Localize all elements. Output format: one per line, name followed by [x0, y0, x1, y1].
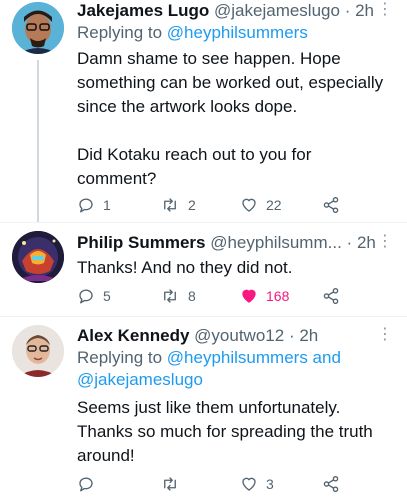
timestamp[interactable]: 2h	[355, 1, 374, 20]
tweet-jakejames-lugo[interactable]: Jakejames Lugo @jakejameslugo · 2h ⋮ Rep…	[0, 0, 407, 222]
user-handle[interactable]: @heyphilsumm...	[210, 233, 342, 252]
reply-mention-link[interactable]: @heyphilsummers	[167, 23, 308, 42]
retweet-button[interactable]	[160, 472, 188, 496]
more-icon[interactable]: ⋮	[377, 232, 393, 254]
like-icon	[242, 477, 256, 491]
more-icon[interactable]: ⋮	[377, 0, 393, 22]
tweet-actions: 3	[77, 472, 377, 496]
reply-count: 5	[103, 288, 111, 304]
timestamp[interactable]: 2h	[299, 326, 318, 345]
user-handle[interactable]: @youtwo12	[194, 326, 284, 345]
like-count: 3	[266, 476, 274, 492]
retweet-count: 8	[188, 288, 196, 304]
tweet-actions: 5 8 168	[77, 284, 377, 308]
avatar-philip-summers[interactable]	[12, 231, 64, 283]
like-icon	[242, 198, 256, 212]
like-button[interactable]: 168	[240, 284, 289, 308]
tweet-header: Philip Summers @heyphilsumm... · 2h	[77, 232, 393, 254]
reply-mention-link[interactable]: @heyphilsummers and	[167, 348, 341, 367]
tweet-header: Jakejames Lugo @jakejameslugo · 2h	[77, 0, 393, 22]
share-icon	[323, 196, 339, 214]
reply-icon	[79, 477, 93, 492]
like-icon	[242, 289, 256, 303]
reply-button[interactable]	[77, 472, 103, 496]
share-button[interactable]	[322, 193, 348, 217]
tweet-text: Seems just like them unfortunately. Than…	[77, 398, 373, 465]
thread-connector-line	[37, 60, 39, 222]
more-icon[interactable]: ⋮	[377, 325, 393, 347]
display-name[interactable]: Jakejames Lugo	[77, 1, 209, 20]
user-handle[interactable]: @jakejameslugo	[214, 1, 340, 20]
tweet-actions: 1 2 22	[77, 193, 377, 217]
replying-to-line-continued: @jakejameslugo	[77, 369, 393, 391]
reply-icon	[79, 289, 93, 304]
reply-button[interactable]: 1	[77, 193, 111, 217]
tweet-text: Thanks! And no they did not.	[77, 258, 293, 277]
avatar-jakejames-lugo[interactable]	[12, 2, 64, 54]
tweet-header: Alex Kennedy @youtwo12 · 2h	[77, 325, 393, 347]
reply-mention-link[interactable]: @jakejameslugo	[77, 370, 203, 389]
display-name[interactable]: Alex Kennedy	[77, 326, 189, 345]
replying-to-label: Replying to	[77, 348, 163, 367]
reply-icon	[79, 198, 93, 213]
share-button[interactable]	[322, 284, 348, 308]
separator-dot: ·	[288, 326, 295, 345]
retweet-icon	[164, 289, 176, 303]
display-name[interactable]: Philip Summers	[77, 233, 205, 252]
like-count: 22	[266, 197, 282, 213]
reply-button[interactable]: 5	[77, 284, 111, 308]
like-button[interactable]: 3	[240, 472, 274, 496]
replying-to-line: Replying to @heyphilsummers	[77, 22, 393, 44]
share-icon	[323, 287, 339, 305]
avatar-alex-kennedy[interactable]	[12, 325, 64, 377]
separator-dot: ·	[346, 233, 353, 252]
replying-to-label: Replying to	[77, 23, 163, 42]
share-icon	[323, 475, 339, 493]
retweet-button[interactable]: 2	[160, 193, 196, 217]
retweet-button[interactable]: 8	[160, 284, 196, 308]
like-count: 168	[266, 288, 290, 304]
tweet-philip-summers[interactable]: Philip Summers @heyphilsumm... · 2h ⋮ Th…	[0, 223, 407, 316]
timestamp[interactable]: 2h	[357, 233, 376, 252]
retweet-icon	[164, 477, 176, 491]
retweet-count: 2	[188, 197, 196, 213]
tweet-alex-kennedy[interactable]: Alex Kennedy @youtwo12 · 2h ⋮ Replying t…	[0, 317, 407, 500]
separator-dot: ·	[344, 1, 351, 20]
share-button[interactable]	[322, 472, 348, 496]
retweet-icon	[164, 198, 176, 212]
replying-to-line: Replying to @heyphilsummers and	[77, 347, 393, 369]
tweet-text: Damn shame to see happen. Hope something…	[77, 49, 384, 188]
like-button[interactable]: 22	[240, 193, 282, 217]
reply-count: 1	[103, 197, 111, 213]
